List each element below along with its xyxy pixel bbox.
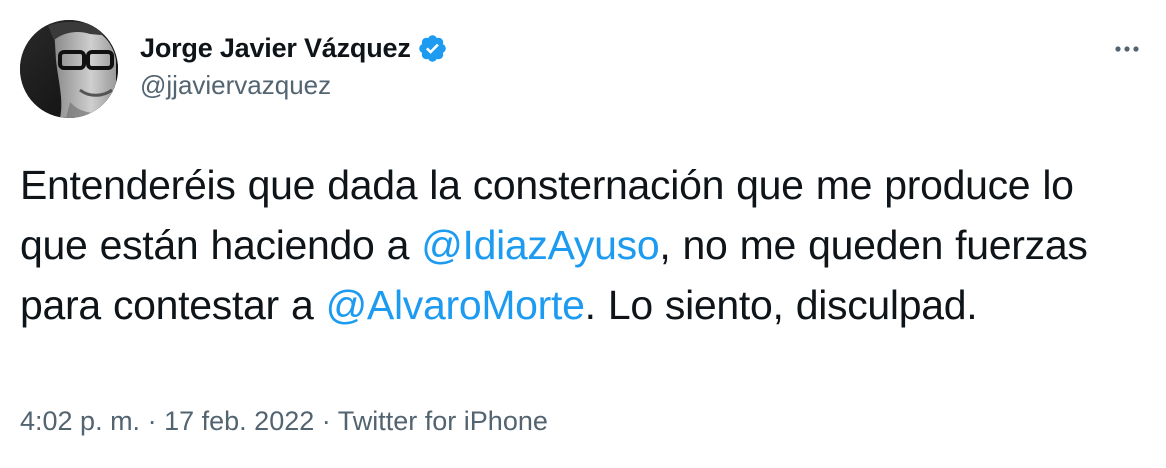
author-handle[interactable]: @jjaviervazquez bbox=[140, 70, 331, 101]
author-name-row: Jorge Javier Vázquez bbox=[140, 30, 448, 66]
mention-link[interactable]: @IdiazAyuso bbox=[421, 222, 659, 268]
mention-link[interactable]: @AlvaroMorte bbox=[326, 282, 585, 328]
tweet-text-segment: . Lo siento, disculpad. bbox=[584, 282, 978, 328]
tweet-source[interactable]: Twitter for iPhone bbox=[338, 406, 548, 436]
more-horizontal-icon bbox=[1115, 46, 1139, 52]
tweet-metadata: 4:02 p. m. · 17 feb. 2022 · Twitter for … bbox=[20, 406, 548, 437]
verified-badge-icon bbox=[417, 33, 448, 64]
tweet-text: Entenderéis que dada la consternación qu… bbox=[20, 155, 1120, 335]
avatar-image bbox=[20, 20, 118, 118]
author-display-name[interactable]: Jorge Javier Vázquez bbox=[140, 33, 411, 64]
more-options-button[interactable] bbox=[1112, 34, 1142, 64]
meta-separator: · bbox=[321, 406, 331, 436]
avatar[interactable] bbox=[20, 20, 118, 118]
tweet-date[interactable]: 17 feb. 2022 bbox=[164, 406, 314, 436]
tweet-card: Jorge Javier Vázquez @jjaviervazquez Ent… bbox=[0, 0, 1166, 468]
tweet-time[interactable]: 4:02 p. m. bbox=[20, 406, 140, 436]
meta-separator: · bbox=[147, 406, 157, 436]
